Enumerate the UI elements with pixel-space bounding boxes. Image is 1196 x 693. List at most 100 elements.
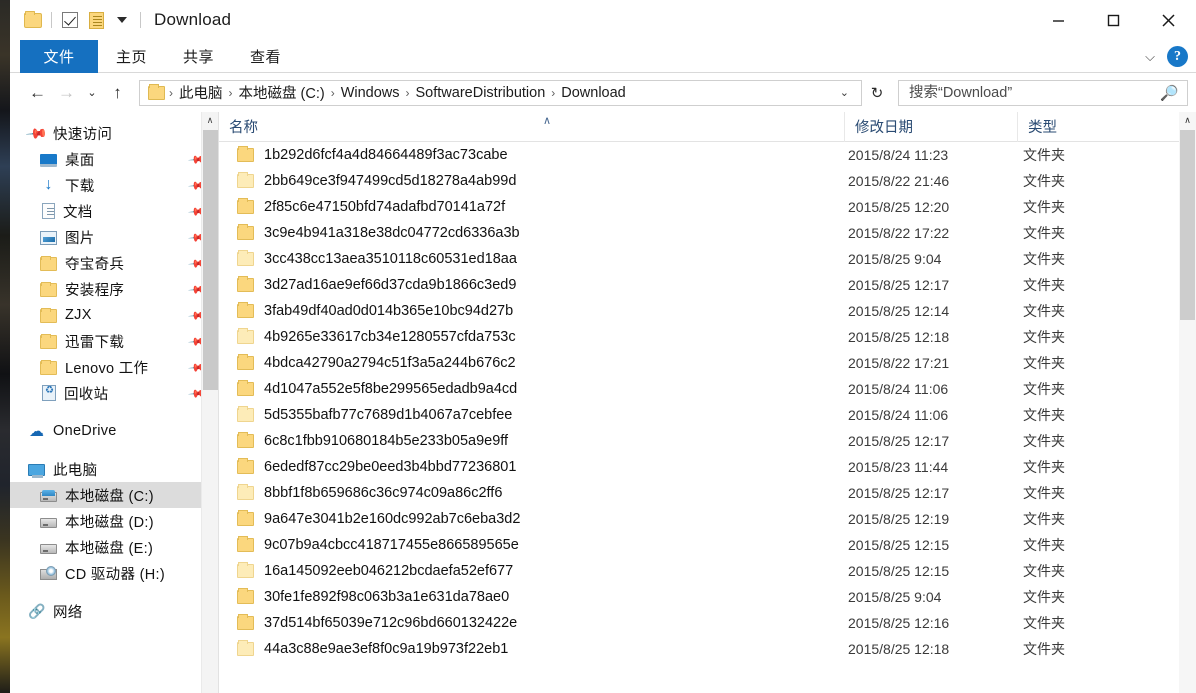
column-header-date-modified[interactable]: 修改日期 (844, 112, 1017, 142)
table-row[interactable]: 9a647e3041b2e160dc992ab7c6eba3d2 2015/8/2… (219, 506, 1179, 532)
table-row[interactable]: 2f85c6e47150bfd74adafbd70141a72f 2015/8/2… (219, 194, 1179, 220)
cell-date-modified: 2015/8/22 21:46 (848, 173, 950, 189)
sidebar-item-local-disk-c[interactable]: 本地磁盘 (C:) (10, 482, 218, 508)
search-box[interactable]: 🔍 (898, 79, 1188, 106)
cell-name: 3fab49df40ad0d014b365e10bc94d27b (264, 303, 514, 319)
table-row[interactable]: 4b9265e33617cb34e1280557cfda753c 2015/8/2… (219, 324, 1179, 350)
nav-scroll-thumb[interactable] (203, 130, 218, 390)
sidebar-item-local-disk-d[interactable]: 本地磁盘 (D:) (10, 508, 218, 534)
sidebar-label-local-disk-e: 本地磁盘 (E:) (65, 540, 154, 557)
breadcrumb-item-local-disk-c[interactable]: 本地磁盘 (C:) (234, 82, 330, 103)
sidebar-label-cd-drive-h: CD 驱动器 (H:) (65, 566, 165, 583)
breadcrumb-dropdown-icon[interactable]: ⌄ (832, 86, 857, 99)
breadcrumb-item-softwaredistribution[interactable]: SoftwareDistribution (411, 85, 551, 101)
help-button[interactable]: ? (1167, 46, 1188, 67)
cell-date-modified: 2015/8/25 12:18 (848, 329, 950, 345)
tab-home[interactable]: 主页 (98, 40, 165, 73)
sidebar-item-xunlei-download[interactable]: 迅雷下载 📌 (10, 328, 218, 354)
table-row[interactable]: 30fe1fe892f98c063b3a1e631da78ae0 2015/8/2… (219, 584, 1179, 610)
column-header-type[interactable]: 类型 (1017, 112, 1167, 142)
back-button[interactable]: ← (24, 79, 51, 106)
sidebar-item-lenovo-work[interactable]: Lenovo 工作 📌 (10, 354, 218, 380)
forward-button[interactable]: → (53, 79, 80, 106)
table-row[interactable]: 37d514bf65039e712c96bd660132422e 2015/8/2… (219, 610, 1179, 636)
table-row[interactable]: 2bb649ce3f947499cd5d18278a4ab99d 2015/8/2… (219, 168, 1179, 194)
cell-date-modified: 2015/8/25 9:04 (848, 589, 942, 605)
maximize-button[interactable] (1086, 0, 1141, 40)
cell-type: 文件夹 (1023, 251, 1065, 267)
sidebar-item-duobaoqibing[interactable]: 夺宝奇兵 📌 (10, 250, 218, 276)
quick-access-toolbar (10, 7, 146, 33)
search-icon[interactable]: 🔍 (1160, 84, 1179, 102)
cell-date-modified: 2015/8/25 9:04 (848, 251, 942, 267)
table-row[interactable]: 8bbf1f8b659686c36c974c09a86c2ff6 2015/8/2… (219, 480, 1179, 506)
refresh-button[interactable]: ↻ (864, 80, 890, 106)
chevron-down-icon[interactable]: ⌵ (1145, 49, 1155, 65)
sidebar-label-local-disk-d: 本地磁盘 (D:) (65, 514, 154, 531)
qat-checkbox-icon[interactable] (57, 7, 83, 33)
search-input[interactable] (907, 83, 1161, 102)
cell-type: 文件夹 (1023, 303, 1065, 319)
table-row[interactable]: 6ededf87cc29be0eed3b4bbd77236801 2015/8/2… (219, 454, 1179, 480)
cell-date-modified: 2015/8/22 17:22 (848, 225, 950, 241)
sidebar-item-recycle-bin[interactable]: 回收站 📌 (10, 380, 218, 406)
sidebar-item-desktop[interactable]: 桌面 📌 (10, 146, 218, 172)
table-row[interactable]: 5d5355bafb77c7689d1b4067a7cebfee 2015/8/2… (219, 402, 1179, 428)
cell-date-modified: 2015/8/24 11:06 (848, 407, 949, 423)
breadcrumb-item-download[interactable]: Download (556, 85, 631, 101)
table-row[interactable]: 4bdca42790a2794c51f3a5a244b676c2 2015/8/2… (219, 350, 1179, 376)
table-row[interactable]: 3fab49df40ad0d014b365e10bc94d27b 2015/8/2… (219, 298, 1179, 324)
recent-locations-button[interactable]: ⌄ (82, 79, 102, 106)
table-row[interactable]: 9c07b9a4cbcc418717455e866589565e 2015/8/2… (219, 532, 1179, 558)
table-row[interactable]: 3c9e4b941a318e38dc04772cd6336a3b 2015/8/2… (219, 220, 1179, 246)
column-header-name[interactable]: 名称 (219, 112, 844, 142)
cell-name: 2bb649ce3f947499cd5d18278a4ab99d (264, 173, 517, 189)
tab-file[interactable]: 文件 (20, 40, 98, 73)
sidebar-item-pictures[interactable]: 图片 📌 (10, 224, 218, 250)
close-button[interactable] (1141, 0, 1196, 40)
sidebar-item-zjx[interactable]: ZJX 📌 (10, 302, 218, 328)
sidebar-item-documents[interactable]: 文档 📌 (10, 198, 218, 224)
minimize-button[interactable] (1031, 0, 1086, 40)
up-button[interactable]: ↑ (104, 79, 131, 106)
breadcrumb-folder-icon (148, 83, 165, 100)
cell-date-modified: 2015/8/25 12:17 (848, 433, 950, 449)
breadcrumb-item-windows[interactable]: Windows (336, 85, 405, 101)
sidebar-item-quick-access[interactable]: 📌 快速访问 (10, 120, 218, 146)
cell-type: 文件夹 (1023, 433, 1065, 449)
cell-type: 文件夹 (1023, 537, 1065, 553)
nav-scroll-up-arrow-icon[interactable]: ∧ (202, 112, 218, 129)
sidebar-label-documents: 文档 (63, 204, 93, 221)
list-scroll-thumb[interactable] (1180, 130, 1195, 320)
sidebar-item-local-disk-e[interactable]: 本地磁盘 (E:) (10, 534, 218, 560)
table-row[interactable]: 44a3c88e9ae3ef8f0c9a19b973f22eb1 2015/8/2… (219, 636, 1179, 662)
table-row[interactable]: 3d27ad16ae9ef66d37cda9b1866c3ed9 2015/8/2… (219, 272, 1179, 298)
table-row[interactable]: 3cc438cc13aea3510118c60531ed18aa 2015/8/2… (219, 246, 1179, 272)
sidebar-label-downloads: 下载 (65, 178, 95, 195)
sidebar-item-this-pc[interactable]: 此电脑 (10, 456, 218, 482)
tab-view[interactable]: 查看 (232, 40, 299, 73)
sidebar-item-setup-programs[interactable]: 安装程序 📌 (10, 276, 218, 302)
breadcrumb-item-this-pc[interactable]: 此电脑 (174, 82, 228, 103)
table-row[interactable]: 16a145092eeb046212bcdaefa52ef677 2015/8/2… (219, 558, 1179, 584)
tab-share[interactable]: 共享 (165, 40, 232, 73)
qat-dropdown-caret-icon[interactable] (109, 7, 135, 33)
qat-folder-icon[interactable] (20, 7, 46, 33)
table-row[interactable]: 6c8c1fbb910680184b5e233b05a9e9ff 2015/8/2… (219, 428, 1179, 454)
navigation-pane-scrollbar[interactable]: ∧ (201, 112, 218, 693)
sidebar-item-downloads[interactable]: ↓ 下载 📌 (10, 172, 218, 198)
list-scroll-up-arrow-icon[interactable]: ∧ (1179, 112, 1196, 129)
cell-date-modified: 2015/8/25 12:15 (848, 537, 950, 553)
sidebar-item-cd-drive-h[interactable]: CD 驱动器 (H:) (10, 560, 218, 586)
sidebar-item-network[interactable]: 🔗 网络 (10, 598, 218, 624)
folder-icon (237, 172, 254, 188)
qat-properties-icon[interactable] (83, 7, 109, 33)
sidebar-item-onedrive[interactable]: ☁ OneDrive (10, 418, 218, 444)
file-list-scrollbar[interactable]: ∧ (1179, 112, 1196, 693)
table-row[interactable]: 1b292d6fcf4a4d84664489f3ac73cabe 2015/8/2… (219, 142, 1179, 168)
table-row[interactable]: 4d1047a552e5f8be299565edadb9a4cd 2015/8/2… (219, 376, 1179, 402)
desktop-icon (40, 153, 57, 167)
qat-divider-2 (140, 12, 141, 28)
sidebar-gap-1 (10, 406, 218, 418)
breadcrumb[interactable]: › 此电脑 › 本地磁盘 (C:) › Windows › SoftwareDi… (139, 79, 862, 106)
